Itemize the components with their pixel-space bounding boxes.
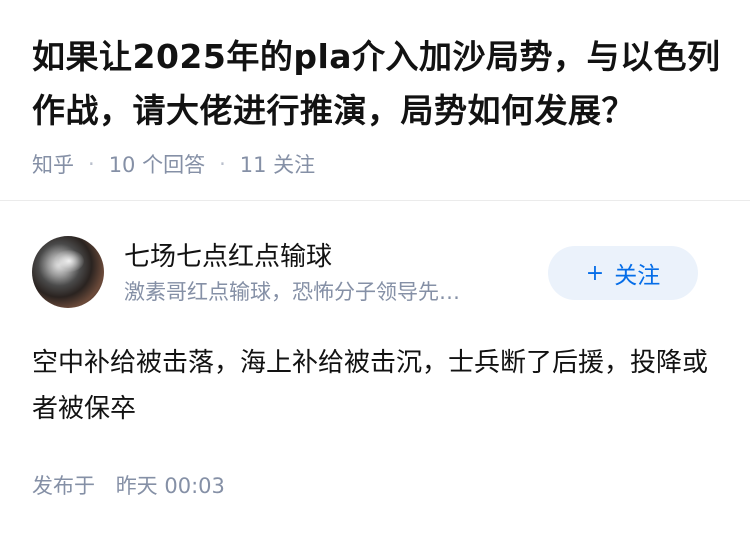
author-bio: 激素哥红点输球，恐怖分子领导先…	[124, 280, 460, 304]
question-meta: 知乎 · 10 个回答 · 11 关注	[32, 148, 722, 180]
section-divider	[0, 200, 750, 201]
answer-content: 空中补给被击落，海上补给被击沉，士兵断了后援，投降或者被保卒	[32, 348, 709, 424]
question-title[interactable]: 如果让2025年的pla介入加沙局势，与以色列作战，请大佬进行推演，局势如何发展…	[32, 30, 722, 138]
published-label: 发布于	[32, 474, 95, 498]
avatar-highlight	[54, 250, 84, 272]
avatar[interactable]	[32, 236, 104, 308]
source-label[interactable]: 知乎	[32, 149, 74, 179]
meta-separator: ·	[219, 152, 226, 176]
meta-separator: ·	[88, 152, 95, 176]
question-header: 如果让2025年的pla介入加沙局势，与以色列作战，请大佬进行推演，局势如何发展…	[32, 30, 722, 180]
answer-timestamp: 发布于 昨天 00:03	[32, 470, 225, 500]
plus-icon: +	[585, 260, 605, 286]
published-time: 昨天 00:03	[115, 474, 225, 498]
follow-button-label: 关注	[614, 263, 661, 289]
follow-button[interactable]: + 关注	[548, 246, 698, 300]
author-card: 七场七点红点输球 激素哥红点输球，恐怖分子领导先… + 关注	[32, 232, 718, 312]
author-name[interactable]: 七场七点红点输球	[124, 236, 332, 273]
follow-count[interactable]: 11 关注	[240, 149, 315, 179]
answer-count[interactable]: 10 个回答	[109, 149, 205, 179]
